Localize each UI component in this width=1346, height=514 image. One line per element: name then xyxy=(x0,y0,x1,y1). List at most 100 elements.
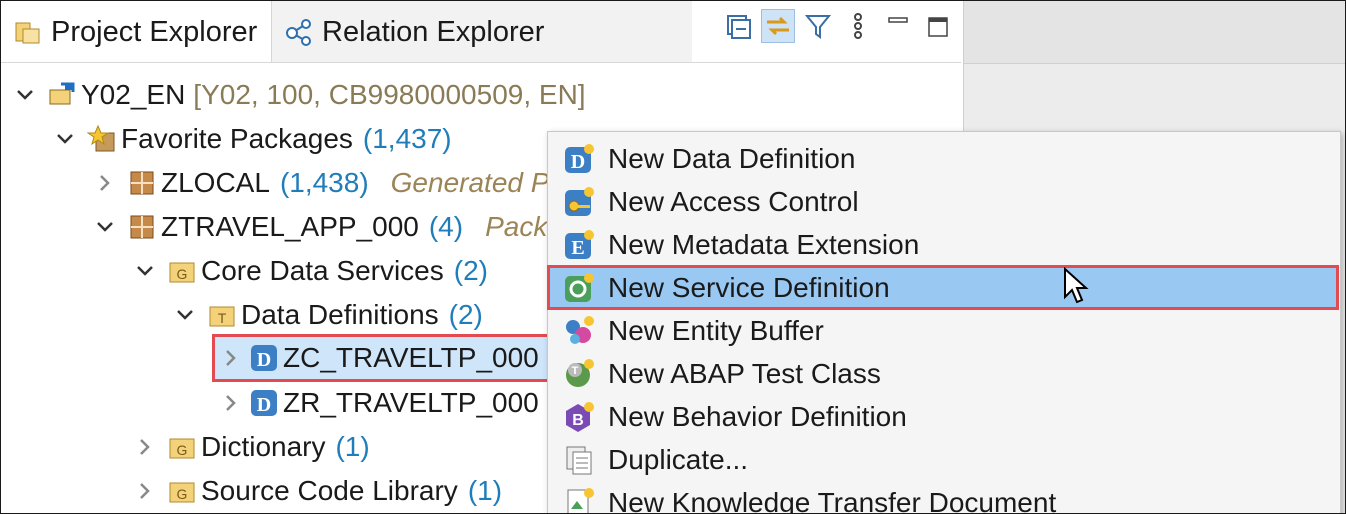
package-icon xyxy=(127,212,157,242)
svg-text:T: T xyxy=(572,365,579,377)
package-icon xyxy=(127,168,157,198)
eclipse-window: Project Explorer Relation Explorer Y02_E… xyxy=(0,0,1346,514)
menu-item-new-metadata-extension[interactable]: E New Metadata Extension xyxy=(548,223,1338,266)
menu-item-new-service-definition[interactable]: New Service Definition xyxy=(547,265,1339,310)
abap-test-class-icon: T xyxy=(562,357,596,391)
data-definition-icon: D xyxy=(249,388,279,418)
data-definition-icon: D xyxy=(249,343,279,373)
menu-item-label: New Access Control xyxy=(608,185,859,217)
favorite-star-icon xyxy=(87,124,117,154)
svg-text:G: G xyxy=(177,266,188,282)
tree-node-label: Dictionary xyxy=(201,431,326,462)
duplicate-icon xyxy=(562,443,596,477)
tree-node-zc-traveltp[interactable]: D ZC_TRAVELTP_000 xyxy=(212,334,550,382)
menu-item-label: New Data Definition xyxy=(608,142,856,174)
tree-node-core-data-services[interactable]: G Core Data Services (2) xyxy=(133,249,488,293)
mouse-pointer-icon xyxy=(1063,266,1089,310)
group-folder-icon: G xyxy=(167,432,197,462)
minimize-icon[interactable] xyxy=(881,9,915,43)
editor-tab-area xyxy=(964,1,1345,64)
view-tab-bar: Project Explorer Relation Explorer xyxy=(1,1,961,63)
svg-text:D: D xyxy=(257,394,271,416)
chevron-right-icon[interactable] xyxy=(93,171,117,195)
menu-item-label: New ABAP Test Class xyxy=(608,357,881,389)
svg-text:T: T xyxy=(218,310,227,326)
tree-node-data-definitions[interactable]: T Data Definitions (2) xyxy=(173,293,483,337)
menu-item-new-abap-test-class[interactable]: T New ABAP Test Class xyxy=(548,352,1338,395)
chevron-right-icon[interactable] xyxy=(133,435,157,459)
tree-node-project[interactable]: Y02_EN [Y02, 100, CB9980000509, EN] xyxy=(13,73,586,117)
tree-node-label: Source Code Library xyxy=(201,475,458,506)
chevron-down-icon[interactable] xyxy=(13,83,37,107)
tree-node-favorite-packages[interactable]: Favorite Packages (1,437) xyxy=(53,117,452,161)
chevron-down-icon[interactable] xyxy=(133,259,157,283)
menu-item-new-data-definition[interactable]: D New Data Definition xyxy=(548,137,1338,180)
node-count: (4) xyxy=(428,211,464,242)
abap-project-icon xyxy=(47,80,77,110)
svg-text:D: D xyxy=(257,349,271,371)
view-menu-icon[interactable] xyxy=(841,9,875,43)
menu-item-duplicate[interactable]: Duplicate... xyxy=(548,438,1338,481)
svg-text:E: E xyxy=(571,237,584,259)
svg-text:D: D xyxy=(571,151,585,173)
filter-icon[interactable] xyxy=(801,9,835,43)
relation-explorer-icon xyxy=(282,15,316,49)
chevron-down-icon[interactable] xyxy=(93,215,117,239)
node-description: Generated P xyxy=(390,167,550,198)
service-definition-icon xyxy=(562,271,596,305)
chevron-right-icon[interactable] xyxy=(219,391,243,415)
menu-item-label: New Service Definition xyxy=(608,271,890,303)
tree-node-ztravel-app[interactable]: ZTRAVEL_APP_000 (4) Packa xyxy=(93,205,563,249)
tree-node-source-code-library[interactable]: G Source Code Library (1) xyxy=(133,469,502,513)
access-control-icon xyxy=(562,185,596,219)
link-with-editor-icon[interactable] xyxy=(761,9,795,43)
chevron-right-icon[interactable] xyxy=(219,346,243,370)
node-count: (1) xyxy=(335,431,370,462)
group-folder-icon: G xyxy=(167,476,197,506)
menu-item-label: New Entity Buffer xyxy=(608,314,824,346)
tree-node-label: Favorite Packages xyxy=(121,123,353,154)
view-toolbar xyxy=(721,9,955,43)
tree-node-dictionary[interactable]: G Dictionary (1) xyxy=(133,425,370,469)
tab-label: Relation Explorer xyxy=(322,15,545,48)
tree-node-label: ZTRAVEL_APP_000 xyxy=(161,211,419,242)
context-menu: D New Data Definition New Access Control… xyxy=(547,131,1341,513)
menu-item-new-access-control[interactable]: New Access Control xyxy=(548,180,1338,223)
chevron-down-icon[interactable] xyxy=(173,303,197,327)
maximize-icon[interactable] xyxy=(921,9,955,43)
menu-item-label: New Metadata Extension xyxy=(608,228,920,260)
data-definition-icon: D xyxy=(562,142,596,176)
svg-text:B: B xyxy=(572,412,584,429)
node-count: (1) xyxy=(467,475,503,506)
node-count: (1,437) xyxy=(362,123,452,154)
tree-node-zlocal[interactable]: ZLOCAL (1,438) Generated P xyxy=(93,161,549,205)
tab-relation-explorer[interactable]: Relation Explorer xyxy=(272,1,692,63)
chevron-right-icon[interactable] xyxy=(133,479,157,503)
menu-item-new-behavior-definition[interactable]: B New Behavior Definition xyxy=(548,395,1338,438)
project-explorer-icon xyxy=(11,15,45,49)
menu-item-new-entity-buffer[interactable]: New Entity Buffer xyxy=(548,309,1338,352)
entity-buffer-icon xyxy=(562,314,596,348)
tree-node-zr-traveltp[interactable]: D ZR_TRAVELTP_000 xyxy=(219,381,539,425)
tab-label: Project Explorer xyxy=(51,15,258,48)
tree-node-label: ZLOCAL xyxy=(161,167,270,198)
chevron-down-icon[interactable] xyxy=(53,127,77,151)
tree-node-label: ZR_TRAVELTP_000 xyxy=(283,387,539,418)
menu-item-new-knowledge-transfer-document[interactable]: New Knowledge Transfer Document xyxy=(548,481,1338,513)
node-count: (1,438) xyxy=(279,167,369,198)
tab-project-explorer[interactable]: Project Explorer xyxy=(1,1,272,63)
tree-node-label: Y02_EN xyxy=(81,79,186,110)
project-meta: [Y02, 100, CB9980000509, EN] xyxy=(193,79,586,110)
metadata-extension-icon: E xyxy=(562,228,596,262)
group-folder-icon: G xyxy=(167,256,197,286)
tree-node-label: Core Data Services xyxy=(201,255,444,286)
tree-node-label: Data Definitions xyxy=(241,299,439,330)
node-count: (2) xyxy=(453,255,488,286)
collapse-all-icon[interactable] xyxy=(721,9,755,43)
node-count: (2) xyxy=(448,299,483,330)
menu-item-label: New Behavior Definition xyxy=(608,400,907,432)
type-folder-icon: T xyxy=(207,300,237,330)
tree-node-label: ZC_TRAVELTP_000 xyxy=(283,342,539,373)
knowledge-transfer-icon xyxy=(562,486,596,513)
menu-item-label: Duplicate... xyxy=(608,443,749,475)
